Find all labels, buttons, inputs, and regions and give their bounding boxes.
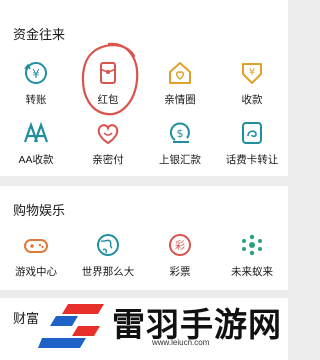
svg-text:$: $ [177, 127, 184, 140]
intimate-pay-button[interactable]: 亲密付 [72, 120, 144, 167]
transfer-button[interactable]: ¥ 转账 [0, 60, 72, 107]
aa-collect-button[interactable]: AA收款 [0, 120, 72, 167]
lottery-icon: 彩 [169, 234, 191, 256]
watermark-logo-icon [38, 304, 104, 348]
receive-money-label: 收款 [241, 94, 263, 106]
intimate-pay-icon [97, 124, 119, 145]
funds-section-title: 资金往来 [13, 27, 66, 42]
receive-money-icon: ¥ [242, 63, 262, 84]
gamepad-icon [24, 239, 48, 253]
bank-remit-label: 上银汇款 [159, 154, 201, 166]
phone-card-transfer-button[interactable]: 话费卡转让 [216, 120, 288, 167]
family-circle-icon [169, 62, 191, 84]
world-label: 世界那么大 [81, 266, 135, 278]
bank-remit-button[interactable]: $ 上银汇款 [144, 120, 216, 167]
ant-future-icon [242, 234, 262, 256]
svg-text:¥: ¥ [32, 67, 40, 81]
family-circle-label: 亲情圈 [164, 94, 196, 106]
intimate-pay-label: 亲密付 [92, 154, 124, 166]
transfer-label: 转账 [25, 94, 47, 106]
game-center-button[interactable]: 游戏中心 [0, 232, 72, 279]
transfer-icon: ¥ [24, 62, 47, 84]
svg-text:彩: 彩 [175, 240, 185, 252]
aa-collect-icon [23, 121, 49, 143]
family-circle-button[interactable]: 亲情圈 [144, 60, 216, 107]
receive-money-button[interactable]: ¥ 收款 [216, 60, 288, 107]
entertainment-section: 购物娱乐 游戏中心 世界那么大 彩 彩票 未来蚁来 [0, 186, 288, 290]
red-packet-label: 红包 [97, 94, 119, 106]
aa-collect-label: AA收款 [18, 154, 54, 166]
ant-future-button[interactable]: 未来蚁来 [216, 232, 288, 279]
bank-remit-icon: $ [169, 122, 190, 143]
entertainment-section-title: 购物娱乐 [13, 203, 66, 218]
ant-future-label: 未来蚁来 [231, 266, 273, 278]
phone-card-transfer-label: 话费卡转让 [225, 154, 279, 166]
globe-icon [97, 234, 119, 256]
phone-card-transfer-icon [242, 122, 262, 144]
site-watermark: 雷羽手游网 www.leiucn.com [0, 296, 288, 360]
game-center-label: 游戏中心 [15, 266, 57, 278]
lottery-label: 彩票 [169, 266, 191, 278]
red-packet-button[interactable]: 红包 [72, 60, 144, 107]
watermark-url: www.leiucn.com [152, 338, 210, 347]
red-packet-icon [100, 62, 116, 84]
funds-section: 资金往来 ¥ 转账 红包 亲情圈 ¥ 收款 AA收款 亲密付 $ 上银汇款 话费… [0, 0, 288, 176]
svg-text:¥: ¥ [249, 67, 255, 78]
lottery-button[interactable]: 彩 彩票 [144, 232, 216, 279]
world-button[interactable]: 世界那么大 [72, 232, 144, 279]
